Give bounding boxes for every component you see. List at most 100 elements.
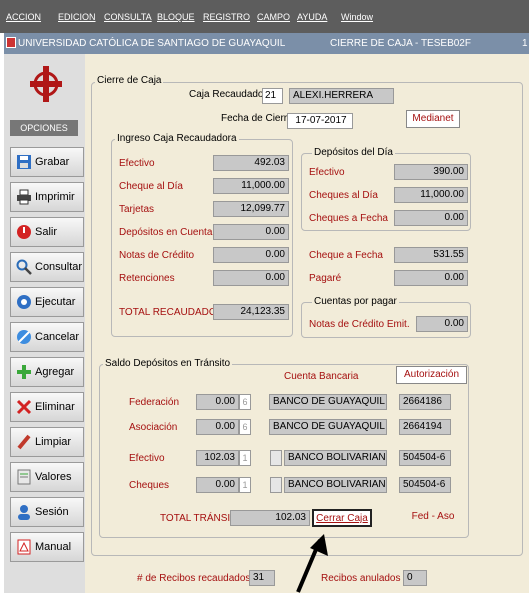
- fecha-field[interactable]: 17-07-2017: [287, 113, 353, 129]
- menu-consulta[interactable]: CONSULTA: [104, 12, 152, 22]
- ingreso-notas-value: 0.00: [213, 247, 289, 263]
- menu-accion[interactable]: ACCION: [6, 12, 41, 22]
- limpiar-label: Limpiar: [35, 436, 72, 448]
- transito-cheques-code[interactable]: 1: [239, 477, 251, 493]
- federacion-code[interactable]: 6: [239, 394, 251, 410]
- asociacion-code[interactable]: 6: [239, 419, 251, 435]
- main-panel: Cierre de Caja Caja Recaudadodra 21 ALEX…: [85, 54, 529, 593]
- sesion-button[interactable]: Sesión: [10, 497, 84, 527]
- ejecutar-label: Ejecutar: [35, 296, 76, 308]
- options-heading: OPCIONES: [10, 120, 78, 136]
- eliminar-button[interactable]: Eliminar: [10, 392, 84, 422]
- transito-efectivo-value: 102.03: [196, 450, 239, 466]
- x-icon: [15, 398, 33, 416]
- cheque-a-fecha-label: Cheque a Fecha: [309, 250, 383, 261]
- plus-icon: [15, 363, 33, 381]
- menu-bloque[interactable]: BLOQUE: [157, 12, 195, 22]
- title-edge-text: 1: [522, 38, 528, 49]
- consultar-button[interactable]: Consultar: [10, 252, 84, 282]
- salir-button[interactable]: Salir: [10, 217, 84, 247]
- cancelar-label: Cancelar: [35, 331, 80, 343]
- transito-cheques-bank: BANCO BOLIVARIANO: [284, 477, 387, 493]
- ingreso-depositos-value: 0.00: [213, 224, 289, 240]
- valores-label: Valores: [35, 471, 72, 483]
- agregar-button[interactable]: Agregar: [10, 357, 84, 387]
- ingreso-efectivo-label: Efectivo: [119, 158, 155, 169]
- medianet-button[interactable]: Medianet: [406, 110, 460, 128]
- agregar-label: Agregar: [35, 366, 75, 378]
- menu-campo[interactable]: CAMPO: [257, 12, 290, 22]
- document-icon: [15, 468, 33, 486]
- transito-cheques-value: 0.00: [196, 477, 239, 493]
- magnifier-icon: [15, 258, 33, 276]
- cheque-a-fecha-value: 531.55: [394, 247, 468, 263]
- pagare-value: 0.00: [394, 270, 468, 286]
- cuenta-bancaria-header: Cuenta Bancaria: [284, 371, 359, 382]
- ingreso-tarjetas-value: 12,099.77: [213, 201, 289, 217]
- asociacion-label: Asociación: [129, 422, 178, 433]
- ingreso-retenciones-label: Retenciones: [119, 273, 175, 284]
- total-recaudado-value: 24,123.35: [213, 304, 289, 320]
- ingreso-cheque-value: 11,000.00: [213, 178, 289, 194]
- transito-efectivo-label: Efectivo: [129, 453, 165, 464]
- pagare-label: Pagaré: [309, 273, 342, 284]
- ingreso-depositos-label: Depósitos en Cuenta: [119, 227, 213, 238]
- fed-aso-button[interactable]: Fed - Aso: [407, 509, 459, 527]
- ingreso-retenciones-value: 0.00: [213, 270, 289, 286]
- depositos-efectivo-value: 390.00: [394, 164, 468, 180]
- manual-label: Manual: [35, 541, 72, 553]
- transito-efectivo-code[interactable]: 1: [239, 450, 251, 466]
- transito-efectivo-auth: 504504-6: [399, 450, 451, 466]
- exit-icon: [15, 223, 33, 241]
- caja-number-field[interactable]: 21: [262, 88, 283, 104]
- university-logo-icon: [30, 66, 62, 102]
- federacion-bank: BANCO DE GUAYAQUIL: [269, 394, 387, 410]
- depositos-group-title: Depósitos del Día: [312, 147, 395, 158]
- autorizacion-button[interactable]: Autorización: [396, 366, 467, 384]
- cancelar-button[interactable]: Cancelar: [10, 322, 84, 352]
- menu-edicion[interactable]: EDICION: [58, 12, 96, 22]
- federacion-label: Federación: [129, 397, 180, 408]
- menu-registro[interactable]: REGISTRO: [203, 12, 250, 22]
- valores-button[interactable]: Valores: [10, 462, 84, 492]
- app-title: UNIVERSIDAD CATÓLICA DE SANTIAGO DE GUAY…: [18, 38, 286, 49]
- ejecutar-button[interactable]: Ejecutar: [10, 287, 84, 317]
- ingreso-group-title: Ingreso Caja Recaudadora: [115, 133, 239, 144]
- menu-bar: ACCION EDICION CONSULTA BLOQUE REGISTRO …: [0, 0, 529, 33]
- limpiar-button[interactable]: Limpiar: [10, 427, 84, 457]
- notas-credito-emit-value: 0.00: [416, 316, 468, 332]
- form-title: CIERRE DE CAJA - TESEB02F: [330, 38, 471, 49]
- federacion-value: 0.00: [196, 394, 239, 410]
- menu-ayuda[interactable]: AYUDA: [297, 12, 327, 22]
- eraser-icon: [15, 433, 33, 451]
- imprimir-label: Imprimir: [35, 191, 75, 203]
- fecha-label: Fecha de Cierre: [221, 113, 293, 124]
- cancel-icon: [15, 328, 33, 346]
- manual-button[interactable]: Manual: [10, 532, 84, 562]
- menu-window[interactable]: Window: [341, 12, 373, 22]
- printer-icon: [15, 188, 33, 206]
- pdf-icon: [15, 538, 33, 556]
- transito-group-title: Saldo Depósitos en Tránsito: [103, 358, 233, 369]
- transito-cheques-auth: 504504-6: [399, 477, 451, 493]
- transito-cheques-label: Cheques: [129, 480, 170, 491]
- salir-label: Salir: [35, 226, 58, 238]
- cerrar-caja-button[interactable]: Cerrar Caja: [312, 509, 372, 527]
- user-icon: [15, 503, 33, 521]
- transito-cheques-lov-button[interactable]: [270, 477, 282, 493]
- total-recaudado-label: TOTAL RECAUDADO: [119, 307, 217, 318]
- ingreso-notas-label: Notas de Crédito: [119, 250, 195, 261]
- depositos-cheques-dia-label: Cheques al Día: [309, 190, 378, 201]
- ingreso-efectivo-value: 492.03: [213, 155, 289, 171]
- depositos-cheques-fecha-value: 0.00: [394, 210, 468, 226]
- app-icon: [6, 37, 16, 48]
- sesion-label: Sesión: [35, 506, 69, 518]
- title-bar: UNIVERSIDAD CATÓLICA DE SANTIAGO DE GUAY…: [4, 33, 529, 54]
- ingreso-tarjetas-label: Tarjetas: [119, 204, 155, 215]
- depositos-efectivo-label: Efectivo: [309, 167, 345, 178]
- transito-efectivo-lov-button[interactable]: [270, 450, 282, 466]
- grabar-button[interactable]: Grabar: [10, 147, 84, 177]
- eliminar-label: Eliminar: [35, 401, 75, 413]
- imprimir-button[interactable]: Imprimir: [10, 182, 84, 212]
- execute-icon: [15, 293, 33, 311]
